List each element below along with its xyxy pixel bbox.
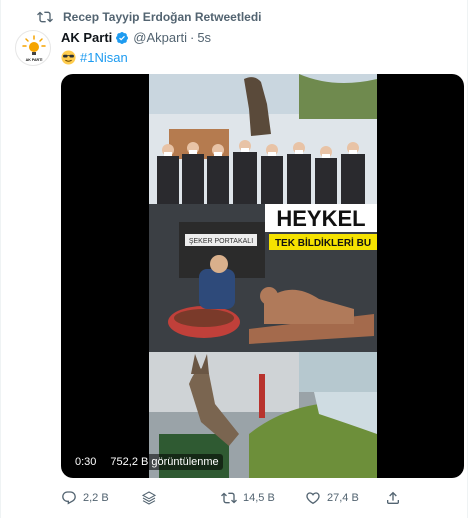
like-button[interactable]: 27,4 B	[305, 490, 359, 506]
author-handle[interactable]: @Akparti	[133, 30, 187, 45]
tweet-time[interactable]: 5s	[197, 30, 211, 45]
sign-text: ŞEKER PORTAKALI	[189, 238, 253, 245]
retweet-action-icon	[221, 492, 237, 504]
video-frame[interactable]: ŞEKER PORTAKALI HEYKEL TEK BİLDİKLERİ BU	[149, 74, 377, 478]
video-thumbnail: ŞEKER PORTAKALI HEYKEL TEK BİLDİKLERİ BU	[149, 74, 377, 478]
retweet-context[interactable]: Recep Tayyip Erdoğan Retweetledi	[37, 8, 262, 26]
retweet-button[interactable]: 14,5 B	[221, 490, 275, 506]
overlay-subtitle: TEK BİLDİKLERİ BU	[275, 236, 371, 249]
video-views: 752,2 B görüntülenme	[106, 454, 223, 470]
stack-button[interactable]	[141, 490, 157, 506]
like-count: 27,4 B	[327, 492, 359, 504]
tweet[interactable]: Recep Tayyip Erdoğan Retweetledi AK PART…	[0, 0, 468, 518]
stack-icon	[141, 491, 157, 505]
overlay-heading: HEYKEL	[276, 206, 365, 231]
retweet-icon	[37, 11, 53, 23]
video-duration: 0:30	[71, 454, 101, 470]
verified-icon	[116, 31, 129, 44]
tweet-text: #1Nisan	[61, 50, 128, 65]
action-bar: 2,2 B 14,5 B 27,4 B	[61, 488, 461, 510]
separator-dot: ·	[189, 30, 195, 45]
retweet-label: Recep Tayyip Erdoğan Retweetledi	[63, 10, 262, 24]
heart-icon	[306, 492, 320, 505]
hashtag-link[interactable]: #1Nisan	[80, 50, 128, 65]
ak-parti-logo-icon: AK PARTİ	[22, 35, 46, 62]
avatar[interactable]: AK PARTİ	[15, 30, 51, 66]
video-player[interactable]: ŞEKER PORTAKALI HEYKEL TEK BİLDİKLERİ BU	[61, 74, 464, 478]
reply-count: 2,2 B	[83, 492, 109, 504]
avatar-caption: AK PARTİ	[26, 58, 43, 62]
author-name[interactable]: AK Parti	[61, 30, 112, 45]
tweet-header: AK Parti @Akparti · 5s	[61, 30, 211, 45]
share-button[interactable]	[385, 490, 401, 506]
share-icon	[387, 491, 399, 504]
video-counter: 0:30 752,2 B görüntülenme	[71, 454, 223, 470]
reply-button[interactable]: 2,2 B	[61, 490, 109, 506]
reply-icon	[62, 491, 76, 505]
retweet-count: 14,5 B	[243, 492, 275, 504]
sunglasses-emoji-icon	[61, 50, 76, 65]
